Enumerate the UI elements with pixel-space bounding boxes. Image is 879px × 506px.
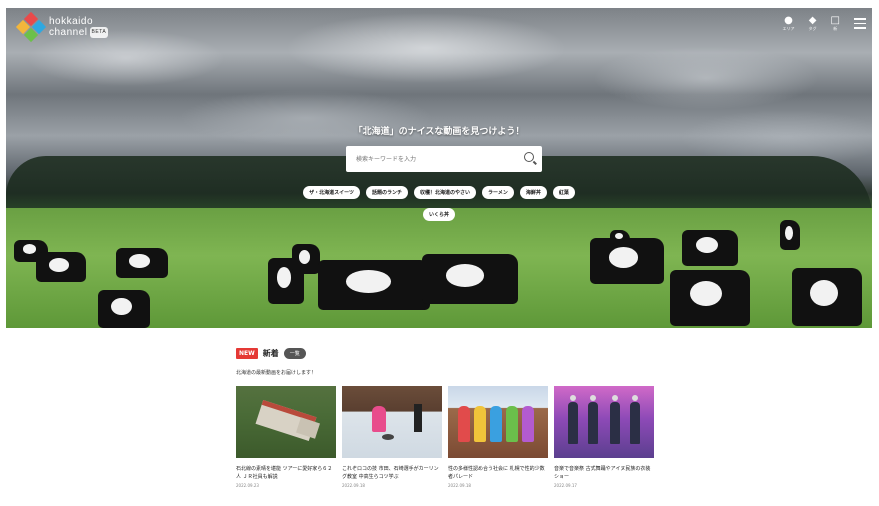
view-all-button[interactable]: 一覧 (283, 348, 306, 359)
cow-image (318, 260, 430, 310)
cow-image (670, 270, 750, 326)
new-label: 新 (833, 26, 838, 31)
cow-image (422, 254, 518, 304)
new-videos-section: NEW 新着 一覧 北海道の最新動画をお届けします！ 石北線の素晴を堪能 ツアー… (236, 348, 656, 488)
cow-image (610, 230, 630, 244)
video-date: 2022.09.17 (554, 483, 577, 488)
tag-chip[interactable]: ザ・北海道スイーツ (303, 186, 361, 199)
video-thumbnail[interactable] (342, 386, 442, 458)
logo-wordmark: hokkaido channel BETA (49, 15, 109, 39)
beta-badge: BETA (89, 26, 109, 38)
search-icon[interactable] (524, 152, 534, 162)
video-date: 2022.09.18 (448, 483, 471, 488)
tag-chip[interactable]: 話題のランチ (366, 186, 409, 199)
pin-icon: ● (784, 15, 793, 26)
video-card[interactable]: 性の多様性認め合う社会に 札幌で性的少数者パレード 2022.09.18 (448, 386, 548, 488)
video-title[interactable]: 音楽で音楽祭 古式舞踊やアイヌ民族の衣装ショー (554, 465, 654, 481)
cow-image (682, 230, 738, 266)
search-input[interactable] (354, 154, 518, 164)
video-date: 2022.09.18 (342, 483, 365, 488)
search-box (346, 146, 542, 172)
tag-chip[interactable]: ラーメン (482, 186, 514, 199)
menu-icon[interactable] (854, 16, 866, 32)
video-thumbnail[interactable] (448, 386, 548, 458)
tag-chip[interactable]: 海鮮丼 (519, 186, 547, 199)
section-header: NEW 新着 一覧 (236, 348, 656, 359)
top-nav: ● エリア ◆ タグ □ 新 (783, 16, 866, 32)
tag-list: ザ・北海道スイーツ 話題のランチ 収穫！北海道のやさい ラーメン 海鮮丼 紅葉 (6, 186, 872, 199)
video-card[interactable]: これぞロコの技 市田、石崎選手がカーリング教室 中高生らコツ学ぶ 2022.09… (342, 386, 442, 488)
hero-headline: 「北海道」のナイスな動画を見つけよう！ (353, 127, 525, 137)
section-description: 北海道の最新動画をお届けします！ (236, 370, 317, 376)
cow-image (98, 290, 150, 328)
video-title[interactable]: これぞロコの技 市田、石崎選手がカーリング教室 中高生らコツ学ぶ (342, 465, 442, 481)
video-card[interactable]: 石北線の素晴を堪能 ツアーに愛好家ら６２人 ＪＲ社員も解説 2022.09.23 (236, 386, 336, 488)
video-thumbnail[interactable] (236, 386, 336, 458)
square-icon: □ (830, 15, 840, 26)
cow-image (292, 244, 320, 274)
video-title[interactable]: 石北線の素晴を堪能 ツアーに愛好家ら６２人 ＪＲ社員も解説 (236, 465, 336, 481)
section-title: 新着 (262, 349, 279, 358)
video-card[interactable]: 音楽で音楽祭 古式舞踊やアイヌ民族の衣装ショー 2022.09.17 (554, 386, 654, 488)
video-card-list: 石北線の素晴を堪能 ツアーに愛好家ら６２人 ＪＲ社員も解説 2022.09.23… (236, 386, 656, 488)
page-frame: hokkaido channel BETA ● エリア ◆ タグ □ 新 「北海道… (6, 8, 872, 506)
tag-list-row2: いくら丼 (6, 208, 872, 221)
site-logo[interactable]: hokkaido channel BETA (15, 11, 109, 43)
cow-image (780, 220, 800, 250)
area-label: エリア (782, 26, 795, 31)
tag-chip[interactable]: 収穫！北海道のやさい (414, 186, 477, 199)
logo-line2: channel (49, 27, 88, 39)
tag-button[interactable]: ◆ タグ (809, 16, 817, 32)
tag-chip[interactable]: 紅葉 (552, 186, 575, 199)
area-button[interactable]: ● エリア (783, 16, 795, 32)
logo-diamond-icon (15, 11, 47, 43)
logo-line1: hokkaido (49, 15, 94, 27)
cow-image (792, 268, 862, 326)
video-date: 2022.09.23 (236, 483, 259, 488)
tag-label: タグ (808, 26, 817, 31)
tag-chip[interactable]: いくら丼 (422, 208, 455, 221)
video-title[interactable]: 性の多様性認め合う社会に 札幌で性的少数者パレード (448, 465, 548, 481)
new-badge: NEW (236, 348, 258, 359)
new-button[interactable]: □ 新 (831, 16, 840, 32)
hero-banner: hokkaido channel BETA ● エリア ◆ タグ □ 新 「北海道… (6, 8, 872, 328)
video-thumbnail[interactable] (554, 386, 654, 458)
cow-image (116, 248, 168, 278)
tag-icon: ◆ (808, 15, 817, 26)
cow-image (590, 238, 664, 284)
cow-image (36, 252, 86, 282)
